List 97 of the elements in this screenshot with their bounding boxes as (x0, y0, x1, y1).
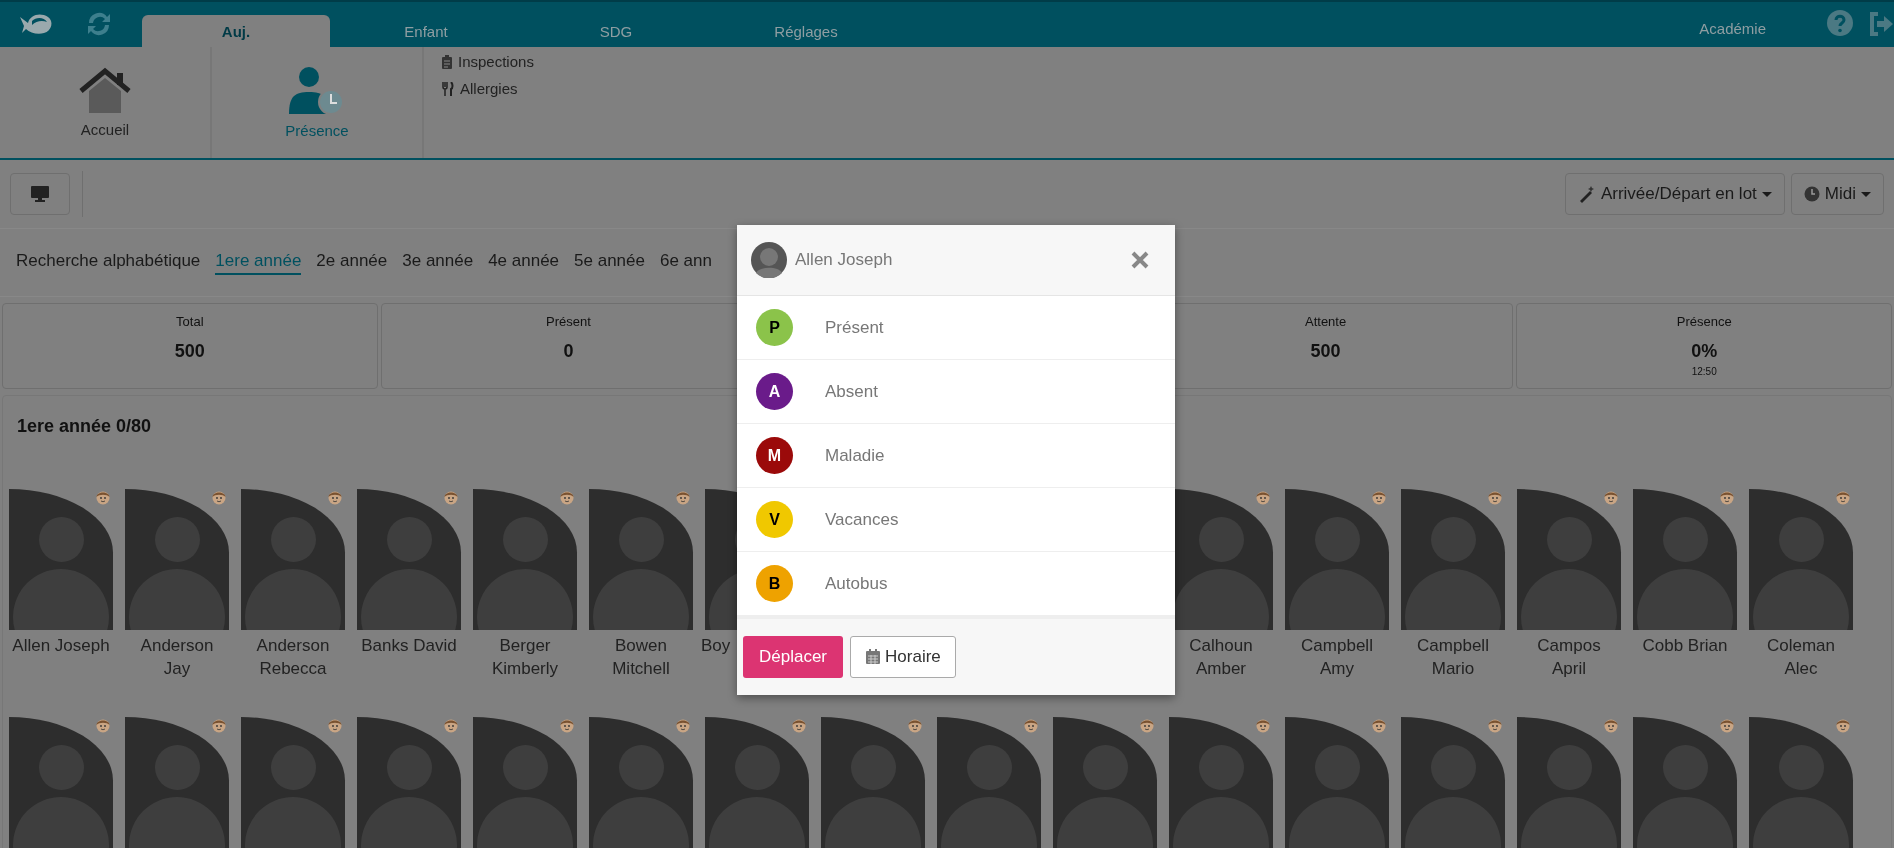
clipboard-icon (442, 54, 452, 69)
nav-tab[interactable]: SDG (522, 15, 710, 47)
monitor-icon (31, 186, 49, 202)
child-face-icon (907, 717, 923, 733)
child-face-icon (1603, 717, 1619, 733)
student-name: Allen Joseph (11, 635, 111, 657)
child-face-icon (327, 489, 343, 505)
child-face-icon (1487, 717, 1503, 733)
grade-filter[interactable]: 1ere année (215, 250, 302, 275)
student-name: Cobb Brian (1641, 635, 1729, 657)
child-face-icon (675, 717, 691, 733)
status-label: Vacances (825, 509, 899, 530)
child-face-icon (1371, 489, 1387, 505)
calendar-icon (865, 649, 882, 665)
child-face-icon (791, 717, 807, 733)
grade-filter[interactable]: 4e année (488, 250, 560, 275)
nav-tab[interactable]: Auj. (142, 15, 330, 47)
child-face-icon (1835, 489, 1851, 505)
batch-button[interactable]: Arrivée/Départ en lot (1564, 173, 1785, 215)
status-badge: V (756, 501, 793, 538)
menu-link[interactable]: Allergies (442, 80, 534, 97)
status-option[interactable]: M Maladie (737, 424, 1175, 488)
child-face-icon (443, 717, 459, 733)
grade-filter[interactable]: 2e année (316, 250, 388, 275)
student-name: Calhoun Amber (1188, 635, 1254, 680)
nav-tab[interactable]: Enfant (332, 15, 520, 47)
student-name: Coleman Alec (1765, 635, 1836, 680)
child-face-icon (211, 717, 227, 733)
child-face-icon (1487, 489, 1503, 505)
menu-link[interactable]: Inspections (442, 53, 534, 70)
clock-icon (1803, 186, 1820, 202)
grade-filter[interactable]: 6e ann (659, 250, 712, 275)
child-face-icon (1603, 489, 1619, 505)
dialog-title: Allen Joseph (795, 250, 894, 270)
student-name: Anderson Rebecca (255, 635, 331, 680)
child-face-icon (675, 489, 691, 505)
status-option[interactable]: A Absent (737, 360, 1175, 424)
house-icon (77, 67, 133, 115)
student-name: Banks David (360, 635, 458, 657)
nav-tile[interactable]: Accueil (0, 47, 212, 158)
nav-tile[interactable]: Présence (212, 47, 424, 158)
status-label: Maladie (825, 445, 885, 466)
student-name: Campbell Amy (1300, 635, 1374, 680)
student-name: Bowen Mitchell (611, 635, 671, 680)
status-label: Absent (825, 381, 878, 402)
stat-time: 12:50 (1691, 366, 1717, 377)
status-badge: M (756, 437, 793, 474)
child-face-icon (1719, 489, 1735, 505)
stat-label: Présent (546, 314, 591, 329)
student-name: Campos April (1536, 635, 1602, 680)
stat-value: 0% (1691, 341, 1718, 362)
child-face-icon (211, 489, 227, 505)
avatar-icon (751, 242, 787, 278)
school-name[interactable]: Académie (1699, 20, 1766, 37)
grade-filter[interactable]: Recherche alphabétique (16, 250, 201, 275)
status-badge: P (756, 309, 793, 346)
stat-value: 500 (1310, 341, 1341, 362)
child-face-icon (559, 717, 575, 733)
child-face-icon (95, 717, 111, 733)
stat-value: 500 (174, 341, 205, 362)
stat-value: 0 (563, 341, 574, 362)
child-face-icon (1023, 717, 1039, 733)
child-face-icon (95, 489, 111, 505)
child-face-icon (1719, 717, 1735, 733)
status-option[interactable]: P Présent (737, 296, 1175, 360)
status-option[interactable]: V Vacances (737, 488, 1175, 552)
status-badge: B (756, 565, 793, 602)
status-label: Présent (825, 317, 884, 338)
child-face-icon (1255, 717, 1271, 733)
child-face-icon (327, 717, 343, 733)
close-icon[interactable] (1131, 251, 1149, 269)
schedule-button[interactable]: Horaire (850, 636, 956, 678)
logout-icon[interactable] (1868, 11, 1894, 37)
student-name: Boy (701, 635, 732, 657)
grade-filter[interactable]: 3e année (402, 250, 474, 275)
stat-label: Attente (1305, 314, 1347, 329)
help-icon[interactable] (1826, 9, 1854, 37)
group-title: 1ere année 0/80 (17, 416, 153, 437)
move-button[interactable]: Déplacer (743, 636, 844, 678)
display-button[interactable] (10, 173, 70, 215)
cutlery-icon (442, 81, 454, 96)
stat-label: Total (176, 314, 204, 329)
status-badge: A (756, 373, 793, 410)
stat-label: Présence (1676, 314, 1732, 329)
grade-filter[interactable]: 5e année (574, 250, 645, 275)
period-button[interactable]: Midi (1790, 173, 1884, 215)
child-face-icon (559, 489, 575, 505)
child-face-icon (1835, 717, 1851, 733)
status-label: Autobus (825, 573, 888, 594)
student-name: Berger Kimberly (490, 635, 560, 680)
child-face-icon (1255, 489, 1271, 505)
child-face-icon (1371, 717, 1387, 733)
student-name: Anderson Jay (139, 635, 215, 680)
child-face-icon (443, 489, 459, 505)
student-name: Campbell Mario (1416, 635, 1490, 680)
child-face-icon (1139, 717, 1155, 733)
nav-tab[interactable]: Réglages (712, 15, 900, 47)
